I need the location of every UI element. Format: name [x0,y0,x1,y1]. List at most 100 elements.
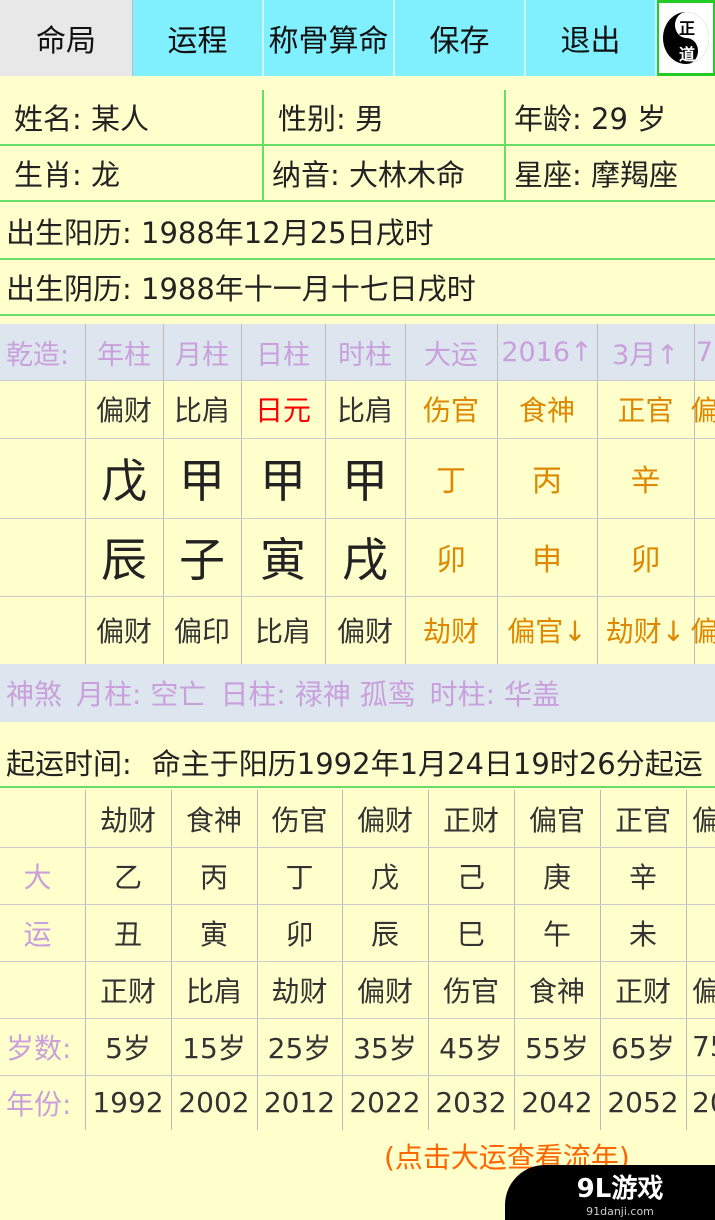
dayun-bottom-god-6: 正财 [614,974,671,1008]
top-god-7: 偏 [690,394,715,427]
lunar-birth-row: 出生阴历: 1988年十一月十七日戌时 [0,260,715,316]
yin-yang-logo: 正 道 [659,3,713,73]
heavenly-stem-4: 丁 [436,464,466,499]
dayun-bottom-god-0: 正财 [99,974,156,1008]
watermark-url: 91danji.com [586,1204,654,1218]
tab-chenggu[interactable]: 称骨算命 [264,0,395,76]
chart-header-6[interactable]: 2016↑ [497,324,597,380]
top-god-0: 偏财 [95,394,152,427]
dayun-branch-4[interactable]: 巳 [428,904,514,961]
year-row-label: 年份: [6,1087,72,1121]
logo-char-1: 正 [679,19,696,38]
chart-header-8[interactable]: 7 [694,324,715,380]
top-god-5: 食神 [518,394,575,427]
bottom-god-0: 偏财 [95,615,152,648]
solar-birth-row: 出生阳历: 1988年12月25日戌时 [0,204,715,260]
chart-header-0: 乾造: [6,339,70,371]
tab-mingju[interactable]: 命局 [0,0,133,76]
tab-save[interactable]: 保存 [395,0,526,76]
top-god-4: 伤官 [422,394,479,427]
dayun-side-label-1: 大 [23,860,52,894]
profile-row-2: 生肖: 龙 纳音: 大林木命 星座: 摩羯座 [0,146,715,202]
dayun-year-0: 1992 [92,1086,164,1119]
dayun-bottom-god-1: 比肩 [185,974,242,1008]
dayun-branch-2[interactable]: 卯 [257,904,342,961]
qiyun-row: 起运时间: 命主于阳历1992年1月24日19时26分起运 [0,738,715,788]
shensha-row: 神煞 月柱: 空亡 日柱: 禄神 孤鸾 时柱: 华盖 [0,664,715,722]
top-god-6: 正官 [617,394,674,427]
shensha-label: 神煞 [6,678,63,711]
earthly-branch-2: 寅 [260,533,306,587]
dayun-top-god-6: 正官 [614,803,671,837]
dayun-branch-0[interactable]: 丑 [85,904,171,961]
dayun-year-1: 2002 [178,1086,250,1119]
dayun-top-god-5: 偏官 [528,803,585,837]
dayun-bottom-god-7: 偏 [692,974,715,1008]
dayun-age-2: 25岁 [267,1031,332,1065]
dayun-year-2: 2012 [263,1086,336,1119]
dayun-top-god-0: 劫财 [99,803,156,837]
earthly-branch-6: 卯 [630,543,661,578]
heavenly-stem-2: 甲 [260,454,306,508]
chart-header-5[interactable]: 大运 [405,324,497,380]
earthly-branch-1: 子 [179,533,225,587]
dayun-bottom-god-5: 食神 [528,974,585,1008]
logo-char-2: 道 [679,45,696,64]
dayun-age-3: 35岁 [353,1031,417,1065]
earthly-branch-0: 辰 [101,533,147,587]
dayun-year-7: 20 [692,1086,715,1119]
chart-header-3: 日柱 [256,339,310,371]
earthly-branch-3: 戌 [342,533,388,587]
dayun-branch-1[interactable]: 寅 [171,904,257,961]
dayun-stem-3[interactable]: 戊 [342,847,428,904]
dayun-age-5: 55岁 [525,1031,589,1065]
dayun-year-5: 2042 [521,1086,593,1119]
bottom-god-6: 劫财↓ [605,615,686,648]
watermark-logo: 9L游戏 [576,1173,664,1204]
chart-header-1: 年柱 [97,339,151,371]
chart-header-7[interactable]: 3月↑ [597,324,694,380]
bazi-chart: 乾造: 年柱 月柱 日柱 时柱 大运 2016↑ 3月↑ 7 偏财 比肩 日元 比肩 伤官 食神 正官偏戊甲甲… [0,324,715,664]
bottom-god-7: 偏 [690,615,715,648]
dayun-branch-5[interactable]: 午 [514,904,600,961]
nayin-field: 纳音: 大林木命 [264,146,506,200]
dayun-age-7: 75 [692,1030,715,1063]
dayun-branch-3[interactable]: 辰 [342,904,428,961]
tab-yuncheng[interactable]: 运程 [133,0,264,76]
dayun-stem-1[interactable]: 丙 [171,847,257,904]
dayun-top-god-2: 伤官 [271,803,328,837]
qiyun-label: 起运时间: [6,747,132,781]
profile-row-1: 姓名: 某人 性别: 男 年龄: 29 岁 [0,90,715,146]
dayun-stem-7[interactable] [686,847,715,904]
age-row-label: 岁数: [6,1031,72,1065]
dayun-age-6: 65岁 [611,1031,675,1065]
chart-header-2: 月柱 [175,339,229,371]
gender-field: 性别: 男 [264,90,506,144]
shensha-hour: 时柱: 华盖 [429,678,560,711]
dayun-branch-6[interactable]: 未 [600,904,686,961]
dayun-stem-6[interactable]: 辛 [600,847,686,904]
heavenly-stem-1: 甲 [179,454,225,508]
shensha-day: 日柱: 禄神 孤鸾 [220,678,416,711]
dayun-year-6: 2052 [607,1086,679,1119]
dayun-age-4: 45岁 [439,1031,503,1065]
dayun-table: 大运劫财 食神 伤官 偏财 正财 偏官 正官偏乙丙丁戊己庚辛丑寅卯辰巳午未正财 比肩 劫财 偏财伤… [0,790,715,1130]
dayun-top-god-7: 偏 [692,803,715,837]
chart-header-4: 时柱 [338,339,392,371]
age-field: 年龄: 29 岁 [514,102,667,136]
dayun-stem-2[interactable]: 丁 [257,847,342,904]
earthly-branch-4: 卯 [436,543,466,578]
heavenly-stem-6: 辛 [630,464,661,499]
earthly-branch-5: 申 [532,543,562,578]
dayun-stem-0[interactable]: 乙 [85,847,171,904]
dayun-stem-5[interactable]: 庚 [514,847,600,904]
dayun-branch-7[interactable] [686,904,715,961]
bottom-god-4: 劫财 [422,615,479,648]
tab-exit[interactable]: 退出 [526,0,657,76]
heavenly-stem-3: 甲 [342,454,388,508]
dayun-bottom-god-2: 劫财 [271,974,328,1008]
dayun-stem-4[interactable]: 己 [428,847,514,904]
top-god-1: 比肩 [173,394,230,427]
shensha-month: 月柱: 空亡 [76,678,207,711]
qiyun-value: 命主于阳历1992年1月24日19时26分起运 [151,747,703,781]
